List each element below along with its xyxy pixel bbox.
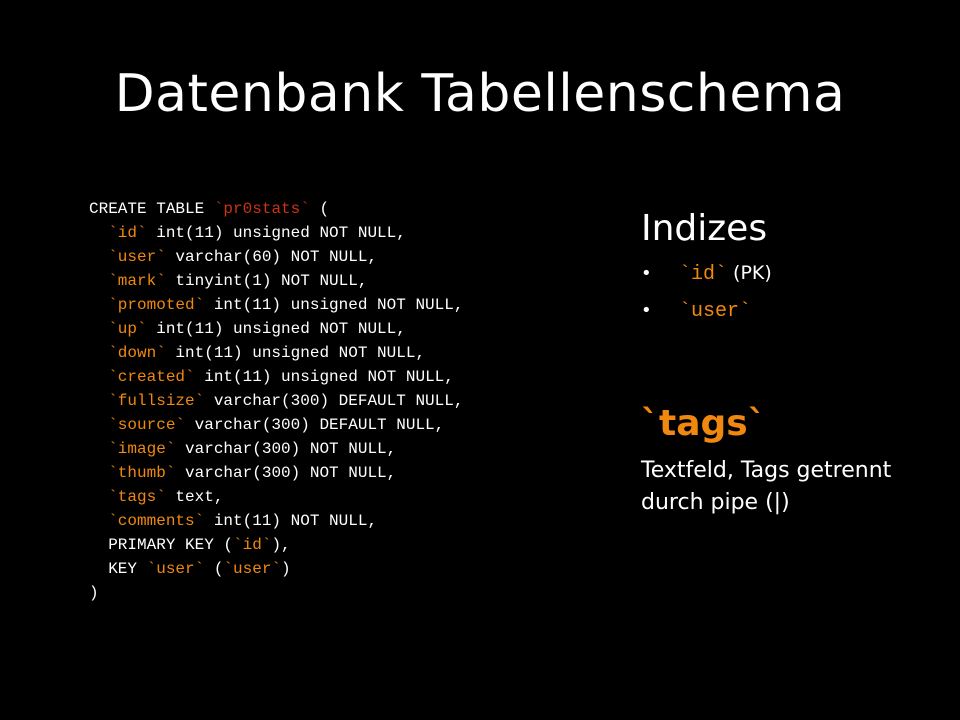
code-line: ) xyxy=(89,581,463,605)
code-text: ) xyxy=(281,560,291,578)
code-text: ) xyxy=(89,584,99,602)
indexes-list: • `id` (PK) • `user` xyxy=(641,257,772,331)
code-text: int(11) unsigned NOT NULL, xyxy=(165,344,426,362)
tags-heading: `tags` xyxy=(641,403,766,444)
column-name: `up` xyxy=(108,320,147,338)
code-line: `up` int(11) unsigned NOT NULL, xyxy=(89,317,463,341)
indexes-heading: Indizes xyxy=(641,208,768,249)
code-line: `user` varchar(60) NOT NULL, xyxy=(89,245,463,269)
code-text: tinyint(1) NOT NULL, xyxy=(165,272,368,290)
code-line: `down` int(11) unsigned NOT NULL, xyxy=(89,341,463,365)
column-name: `thumb` xyxy=(108,464,176,482)
column-name: `tags` xyxy=(108,488,166,506)
code-text: varchar(300) NOT NULL, xyxy=(175,464,397,482)
code-text: text, xyxy=(165,488,224,506)
slide: Datenbank Tabellenschema CREATE TABLE `p… xyxy=(0,0,960,720)
code-line: `comments` int(11) NOT NULL, xyxy=(89,509,463,533)
code-text: int(11) NOT NULL, xyxy=(204,512,378,530)
column-name: `user` xyxy=(146,560,205,578)
code-text: PRIMARY KEY ( xyxy=(89,536,234,554)
code-line: KEY `user` (`user`) xyxy=(89,557,463,581)
code-line: `created` int(11) unsigned NOT NULL, xyxy=(89,365,463,389)
code-text: varchar(300) NOT NULL, xyxy=(175,440,397,458)
code-text: varchar(60) NOT NULL, xyxy=(165,248,378,266)
code-text: ( xyxy=(204,560,224,578)
code-line: `image` varchar(300) NOT NULL, xyxy=(89,437,463,461)
index-item-id: • `id` (PK) xyxy=(641,257,772,294)
code-text: ( xyxy=(309,200,330,218)
code-text: varchar(300) DEFAULT NULL, xyxy=(185,416,445,434)
column-name: `source` xyxy=(108,416,186,434)
code-line: CREATE TABLE `pr0stats` ( xyxy=(89,197,463,221)
code-text: CREATE TABLE xyxy=(89,200,214,218)
slide-title: Datenbank Tabellenschema xyxy=(114,64,846,124)
index-item-code: `id` xyxy=(679,263,728,286)
column-name: `user` xyxy=(108,248,166,266)
sql-code-block: CREATE TABLE `pr0stats` ( `id` int(11) u… xyxy=(89,197,463,605)
table-name: `pr0stats` xyxy=(213,200,310,218)
code-line: `tags` text, xyxy=(89,485,463,509)
code-line: PRIMARY KEY (`id`), xyxy=(89,533,463,557)
column-name: `id` xyxy=(108,224,147,242)
code-text: varchar(300) DEFAULT NULL, xyxy=(204,392,464,410)
code-text: int(11) unsigned NOT NULL, xyxy=(204,296,464,314)
bullet-icon: • xyxy=(641,300,652,321)
column-name: `user` xyxy=(223,560,282,578)
column-name: `down` xyxy=(108,344,166,362)
column-name: `created` xyxy=(108,368,195,386)
column-name: `image` xyxy=(108,440,176,458)
column-name: `mark` xyxy=(108,272,166,290)
code-line: `promoted` int(11) unsigned NOT NULL, xyxy=(89,293,463,317)
column-name: `fullsize` xyxy=(108,392,205,410)
code-line: `id` int(11) unsigned NOT NULL, xyxy=(89,221,463,245)
code-line: `thumb` varchar(300) NOT NULL, xyxy=(89,461,463,485)
tags-description: Textfeld, Tags getrennt durch pipe (|) xyxy=(641,458,892,515)
code-text: int(11) unsigned NOT NULL, xyxy=(146,224,406,242)
bullet-icon: • xyxy=(641,263,652,284)
index-item-note: (PK) xyxy=(727,262,772,284)
column-name: `id` xyxy=(233,536,272,554)
code-text: int(11) unsigned NOT NULL, xyxy=(194,368,454,386)
index-item-user: • `user` xyxy=(641,294,772,331)
code-line: `source` varchar(300) DEFAULT NULL, xyxy=(89,413,463,437)
code-text: ), xyxy=(271,536,291,554)
column-name: `promoted` xyxy=(108,296,205,314)
code-text: int(11) unsigned NOT NULL, xyxy=(146,320,406,338)
column-name: `comments` xyxy=(108,512,205,530)
code-line: `fullsize` varchar(300) DEFAULT NULL, xyxy=(89,389,463,413)
code-text: KEY xyxy=(89,560,147,578)
code-line: `mark` tinyint(1) NOT NULL, xyxy=(89,269,463,293)
index-item-code: `user` xyxy=(679,300,752,323)
